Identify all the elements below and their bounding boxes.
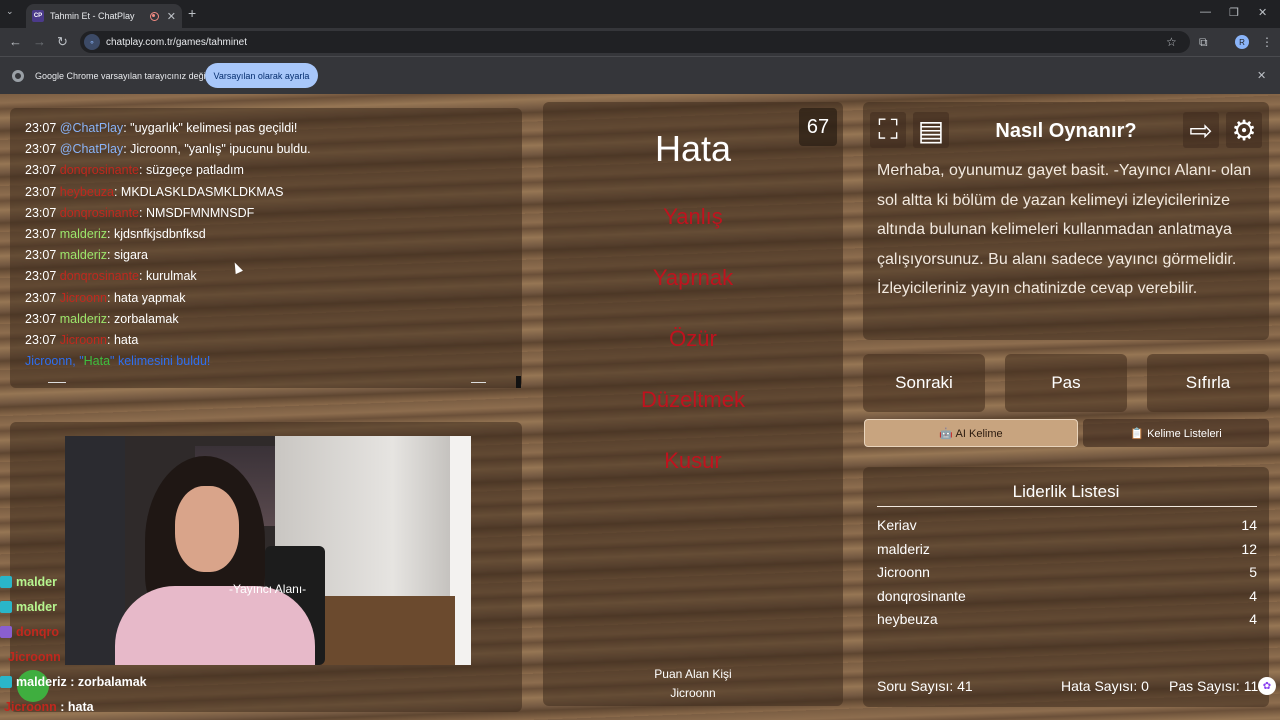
settings-gear-icon[interactable]: ⚙	[1226, 112, 1262, 148]
forward-icon[interactable]: →	[33, 34, 46, 49]
infobar-close-icon[interactable]: ✕	[1257, 69, 1266, 82]
overlay-chat-line: malder	[0, 600, 57, 614]
scorer-name: Jicroonn	[670, 686, 716, 700]
exit-icon[interactable]: ⇨	[1183, 112, 1219, 148]
pass-count: Pas Sayısı: 11	[1169, 678, 1259, 694]
leaderboard-title: Liderlik Listesi	[1012, 482, 1120, 501]
leaderboard-panel	[863, 467, 1269, 707]
howto-title: Nasıl Oynanır?	[995, 120, 1137, 142]
divider	[471, 382, 486, 383]
webcam-feed	[65, 436, 471, 665]
overlay-chat-line: malder	[0, 575, 57, 589]
tab-close-icon[interactable]: ✕	[167, 10, 176, 23]
extensions-icon[interactable]: ⧉	[1199, 35, 1208, 50]
chat-line: 23:07 malderiz: kjdsnfkjsdbnfksd	[25, 226, 206, 241]
overlay-chat-line: Jicroonn	[8, 650, 61, 664]
default-browser-infobar: Google Chrome varsayılan tarayıcınız değ…	[0, 56, 1280, 94]
howto-text: Merhaba, oyunumuz gayet basit. -Yayıncı …	[877, 162, 1252, 297]
back-icon[interactable]: ←	[9, 34, 22, 49]
taboo-word: Düzeltmek	[641, 387, 745, 412]
window-close-icon[interactable]: ✕	[1258, 6, 1267, 19]
chat-line: 23:07 donqrosinante: kurulmak	[25, 269, 197, 284]
scorer-label: Puan Alan Kişi	[654, 667, 732, 681]
browser-tab[interactable]: CP Tahmin Et - ChatPlay ✕	[26, 4, 182, 28]
chat-line: 23:07 Jicroonn: hata yapmak	[25, 290, 186, 305]
extension-badge-icon[interactable]: ✿	[1258, 677, 1276, 695]
tab-title: Tahmin Et - ChatPlay	[50, 11, 135, 21]
chat-log[interactable]: 23:07 @ChatPlay: "uygarlık" kelimesi pas…	[10, 118, 522, 393]
chat-line: 23:07 donqrosinante: NMSDFMNMNSDF	[25, 205, 255, 220]
recording-icon	[149, 11, 159, 21]
menu-dots-icon[interactable]: ⋮	[1261, 35, 1273, 49]
question-count: Soru Sayısı: 41	[877, 678, 973, 694]
tab-favicon-icon: CP	[32, 10, 44, 22]
browser-toolbar: ← → ↻ ⚬ chatplay.com.tr/games/tahminet ☆…	[0, 28, 1280, 56]
leaderboard-row: donqrosinante 4	[877, 588, 1257, 604]
divider	[48, 382, 66, 383]
chat-line: 23:07 donqrosinante: süzgeçe patladım	[25, 163, 244, 178]
word-lists-button[interactable]: 📋 Kelime Listeleri	[1083, 419, 1269, 447]
taboo-word: Kusur	[664, 448, 722, 473]
chat-scrollbar[interactable]	[516, 376, 521, 388]
set-default-button[interactable]: Varsayılan olarak ayarla	[205, 63, 318, 88]
chat-line: 23:07 heybeuza: MKDLASKLDASMKLDKMAS	[25, 184, 284, 199]
browser-tabbar: ⌄ CP Tahmin Et - ChatPlay ✕ + — ❐ ✕	[0, 0, 1280, 28]
taboo-word: Özür	[669, 326, 717, 351]
overlay-chat-line: donqro	[0, 625, 59, 639]
chat-line: 23:07 malderiz: zorbalamak	[25, 311, 179, 326]
url-text: chatplay.com.tr/games/tahminet	[106, 36, 247, 48]
infobar-message: Google Chrome varsayılan tarayıcınız değ…	[35, 71, 208, 81]
rules-book-icon[interactable]: ▤	[913, 112, 949, 148]
chrome-logo-icon	[12, 70, 24, 82]
minimize-icon[interactable]: —	[1200, 6, 1211, 18]
overlay-chat-line: Jicroonn : hata	[4, 700, 94, 714]
error-count: Hata Sayısı: 0	[1061, 678, 1149, 694]
chat-line: 23:07 @ChatPlay: Jicroonn, "yanlış" ipuc…	[25, 142, 311, 157]
scorer-info: Puan Alan Kişi Jicroonn	[543, 665, 843, 703]
chat-line: 23:07 Jicroonn: hata	[25, 332, 139, 347]
fullscreen-icon[interactable]: ⛶	[870, 112, 906, 148]
address-bar[interactable]: ⚬ chatplay.com.tr/games/tahminet	[80, 31, 1190, 53]
ai-word-button[interactable]: 🤖 AI Kelime	[864, 419, 1078, 447]
target-word: Hata	[654, 128, 732, 169]
pass-button[interactable]: Pas	[1005, 354, 1127, 412]
leaderboard-row: Jicroonn 5	[877, 564, 1257, 580]
divider	[877, 506, 1257, 507]
leaderboard-row: malderiz 12	[877, 541, 1257, 557]
taboo-word: Yanlış	[663, 204, 723, 229]
site-info-icon[interactable]: ⚬	[84, 34, 100, 50]
chat-line: 23:07 @ChatPlay: "uygarlık" kelimesi pas…	[25, 121, 298, 135]
reset-button[interactable]: Sıfırla	[1147, 354, 1269, 412]
profile-avatar[interactable]: R	[1235, 35, 1249, 49]
chat-system-message: Jicroonn, "Hata" kelimesini buldu!	[25, 354, 211, 369]
taboo-word: Yaprnak	[652, 265, 734, 290]
restore-icon[interactable]: ❐	[1229, 6, 1239, 19]
bookmark-star-icon[interactable]: ☆	[1166, 35, 1177, 49]
reload-icon[interactable]: ↻	[57, 34, 68, 50]
new-tab-icon[interactable]: +	[188, 5, 196, 21]
next-button[interactable]: Sonraki	[863, 354, 985, 412]
tab-search-icon[interactable]: ⌄	[6, 6, 20, 20]
streamer-area-label: -Yayıncı Alanı-	[229, 582, 307, 596]
leaderboard-row: heybeuza 4	[877, 611, 1257, 627]
chat-line: 23:07 malderiz: sigara	[25, 248, 149, 263]
leaderboard-row: Keriav 14	[877, 517, 1257, 533]
overlay-chat-line: malderiz : zorbalamak	[0, 675, 147, 689]
